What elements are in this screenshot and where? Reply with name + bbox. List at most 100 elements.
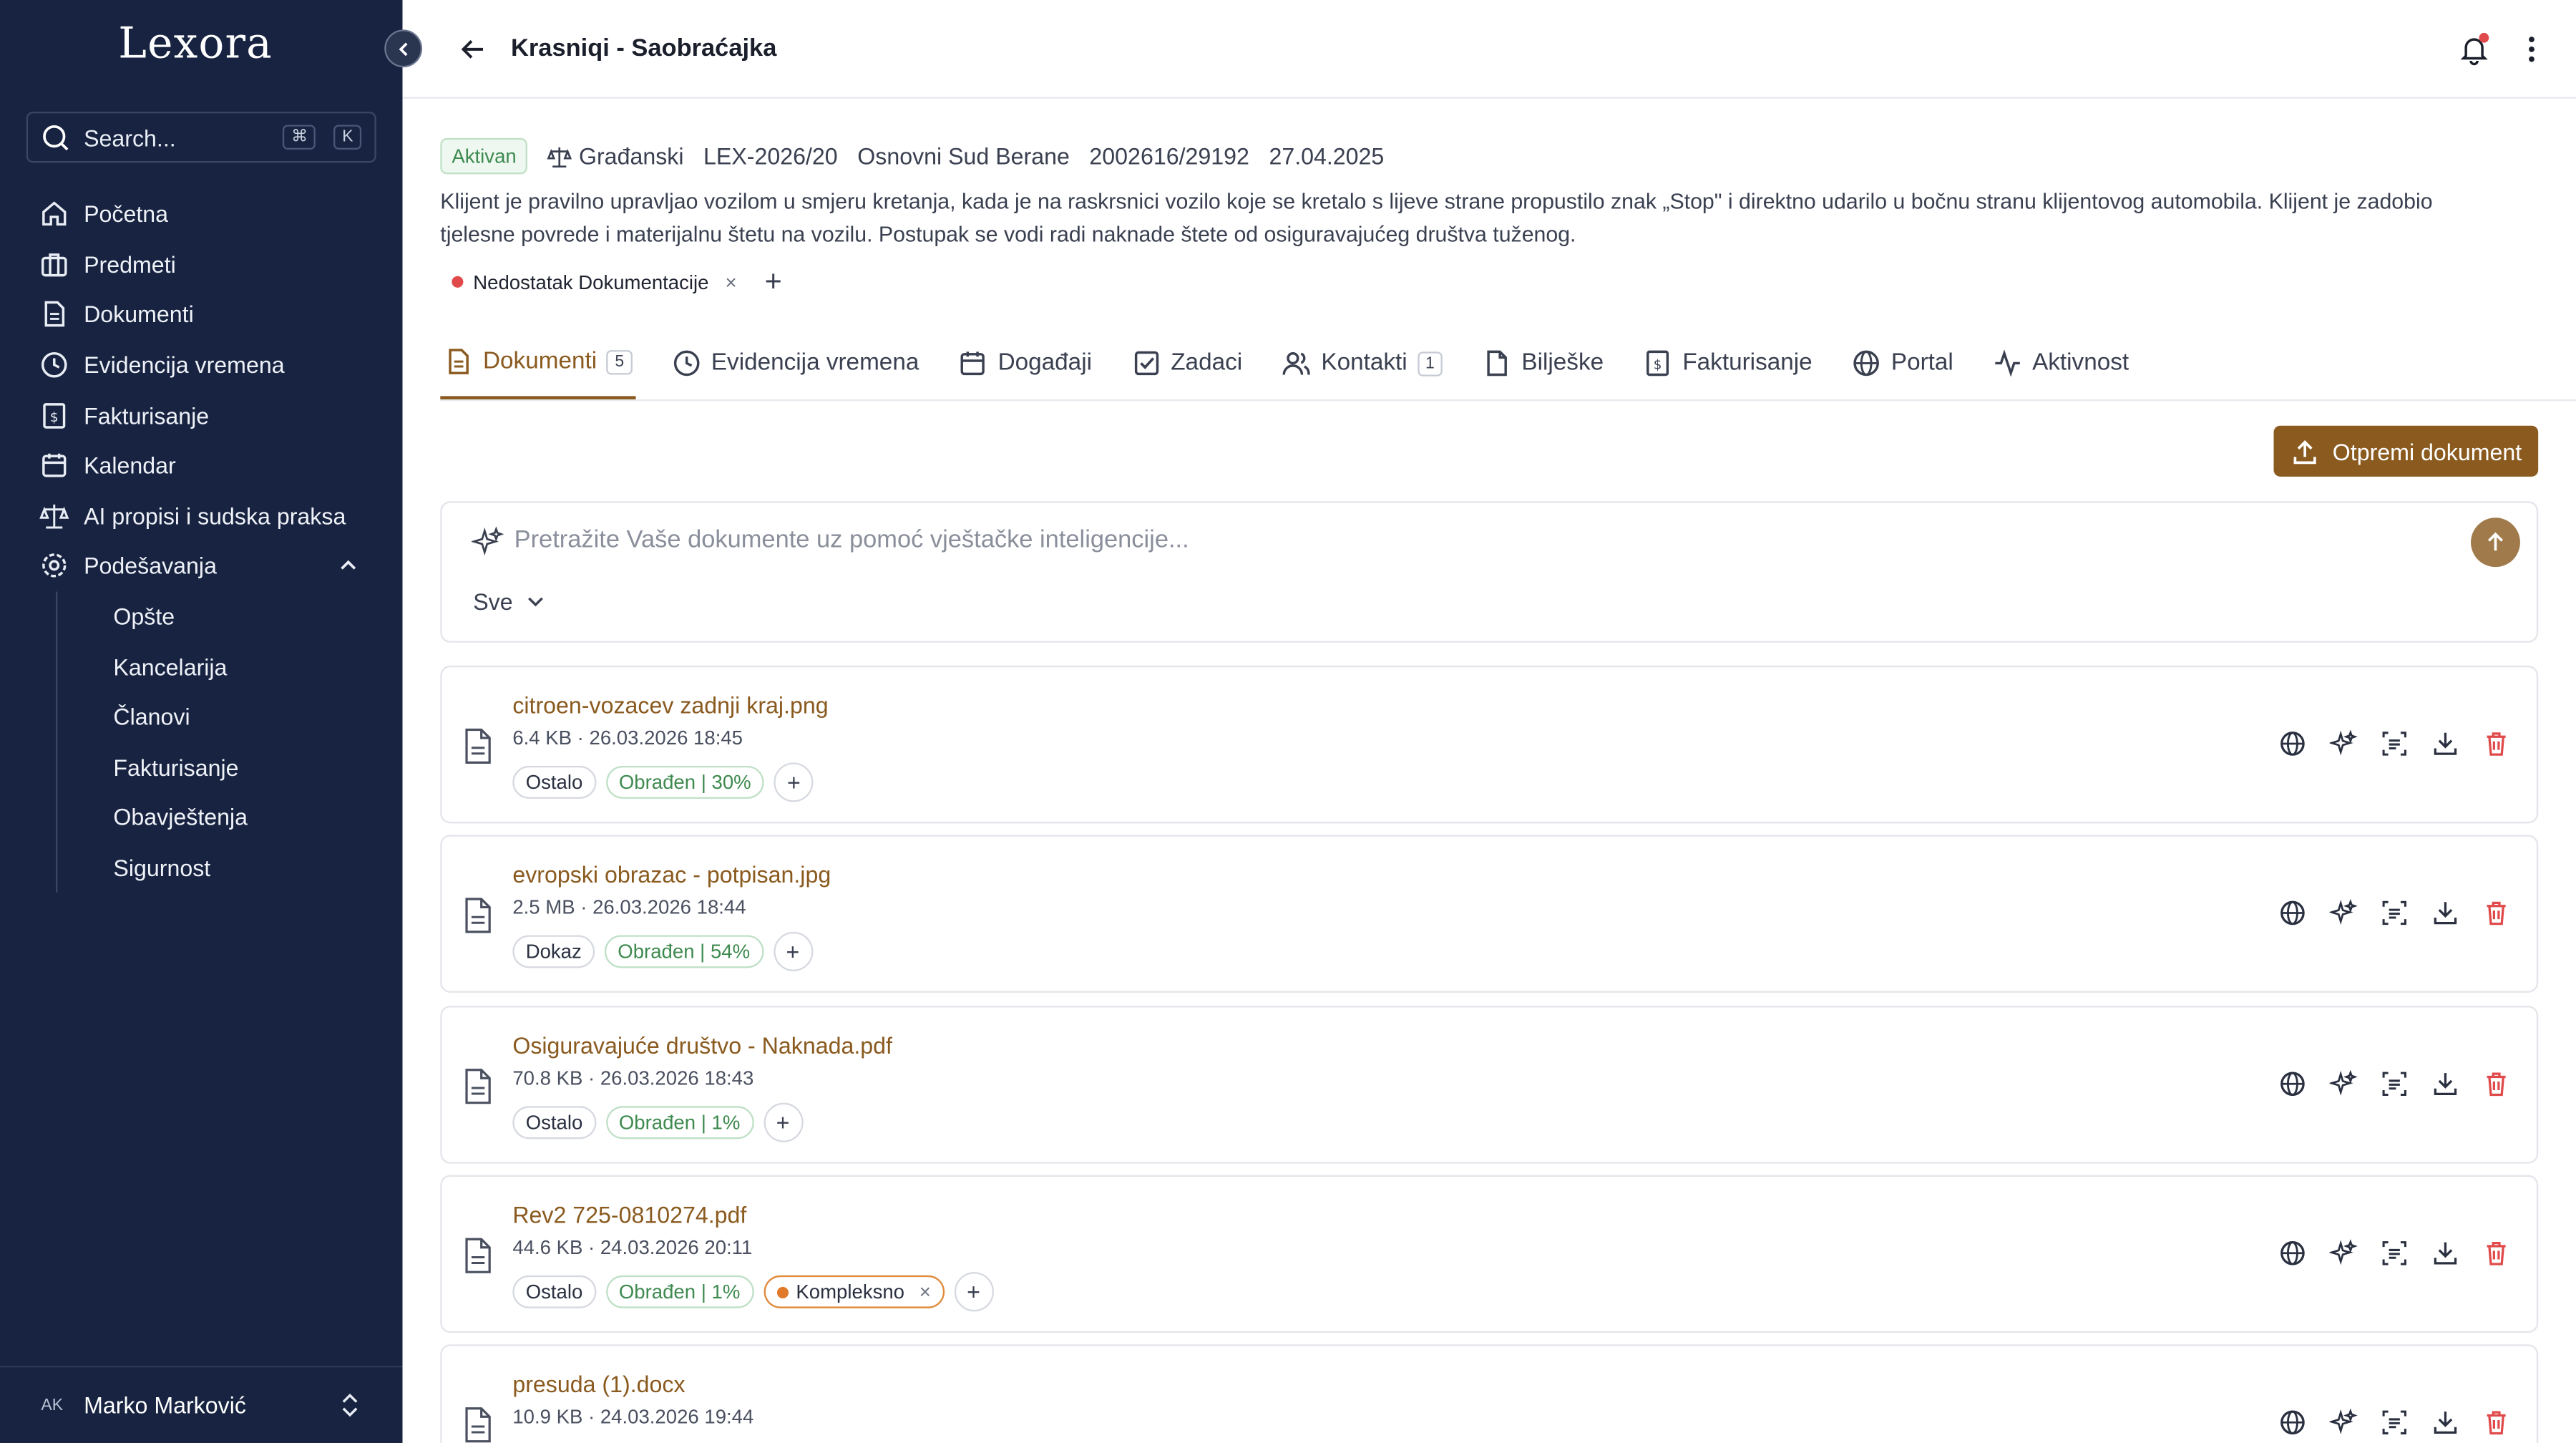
document-card[interactable]: citroen-vozacev zadnji kraj.png 6.4 KB ·… bbox=[440, 665, 2539, 824]
upload-document-button[interactable]: Otpremi dokument bbox=[2273, 425, 2539, 477]
settings-sub-sigurnost[interactable]: Sigurnost bbox=[56, 842, 376, 893]
notifications-button[interactable] bbox=[2458, 31, 2491, 65]
sidebar-item-fakturisanje[interactable]: $ Fakturisanje bbox=[26, 390, 376, 440]
globe-icon[interactable] bbox=[2278, 899, 2306, 927]
sidebar-item-pocetna[interactable]: Početna bbox=[26, 189, 376, 239]
tab-label: Bilješke bbox=[1521, 350, 1604, 376]
gear-icon bbox=[42, 554, 67, 578]
chevron-up-icon bbox=[341, 560, 356, 570]
remove-tag-icon[interactable]: × bbox=[919, 1281, 931, 1303]
ai-search-input[interactable]: Pretražite Vaše dokumente uz pomoć vješt… bbox=[514, 526, 1189, 554]
case-court: Osnovni Sud Berane bbox=[857, 142, 1070, 170]
document-card[interactable]: Rev2 725-0810274.pdf 44.6 KB · 24.03.202… bbox=[440, 1175, 2539, 1333]
sidebar-item-predmeti[interactable]: Predmeti bbox=[26, 239, 376, 289]
add-tag-button[interactable]: + bbox=[765, 265, 782, 299]
sparkles-icon[interactable] bbox=[2329, 898, 2358, 927]
sparkles-icon[interactable] bbox=[2329, 1239, 2358, 1267]
complexity-tag[interactable]: Kompleksno × bbox=[763, 1275, 945, 1308]
document-name[interactable]: Rev2 725-0810274.pdf bbox=[512, 1201, 746, 1228]
scan-text-icon[interactable] bbox=[2381, 1070, 2409, 1098]
settings-sub-fakturisanje[interactable]: Fakturisanje bbox=[56, 742, 376, 793]
tab-zadaci[interactable]: Zadaci bbox=[1128, 327, 1246, 399]
tab-fakturisanje[interactable]: $ Fakturisanje bbox=[1640, 327, 1816, 399]
globe-icon[interactable] bbox=[2278, 729, 2306, 757]
sidebar-item-evidencija[interactable]: Evidencija vremena bbox=[26, 340, 376, 390]
settings-sub-opste[interactable]: Opšte bbox=[56, 591, 376, 642]
ai-filter-select[interactable]: Sve bbox=[473, 588, 545, 615]
document-info: 44.6 KB · 24.03.2026 20:11 bbox=[512, 1235, 753, 1259]
back-arrow-icon[interactable] bbox=[459, 34, 488, 63]
category-chip[interactable]: Ostalo bbox=[512, 1106, 596, 1140]
settings-sub-kancelarija[interactable]: Kancelarija bbox=[56, 641, 376, 692]
settings-sub-clanovi[interactable]: Članovi bbox=[56, 691, 376, 742]
document-name[interactable]: evropski obrazac - potpisan.jpg bbox=[512, 861, 831, 888]
download-icon[interactable] bbox=[2431, 1239, 2459, 1267]
category-chip[interactable]: Ostalo bbox=[512, 1275, 596, 1308]
download-icon[interactable] bbox=[2431, 729, 2459, 757]
tab-evidencija[interactable]: Evidencija vremena bbox=[668, 327, 922, 399]
scan-text-icon[interactable] bbox=[2381, 899, 2409, 927]
sidebar-item-label: Početna bbox=[84, 200, 169, 228]
sparkles-icon[interactable] bbox=[2329, 1069, 2358, 1098]
collapse-sidebar-button[interactable] bbox=[384, 29, 423, 68]
trash-icon[interactable] bbox=[2482, 899, 2510, 927]
category-chip[interactable]: Ostalo bbox=[512, 765, 596, 799]
case-number: LEX-2026/20 bbox=[703, 142, 838, 170]
tab-label: Fakturisanje bbox=[1682, 350, 1813, 376]
tab-dogadjaji[interactable]: Događaji bbox=[955, 327, 1096, 399]
sparkles-icon[interactable] bbox=[2329, 729, 2358, 757]
tab-biljeske[interactable]: Bilješke bbox=[1479, 327, 1607, 399]
sidebar-item-podesavanja[interactable]: Podešavanja bbox=[26, 541, 376, 591]
remove-tag-icon[interactable]: × bbox=[725, 271, 736, 293]
sidebar-item-dokumenti[interactable]: Dokumenti bbox=[26, 290, 376, 340]
clock-icon bbox=[673, 350, 700, 376]
trash-icon[interactable] bbox=[2482, 1239, 2510, 1267]
scan-text-icon[interactable] bbox=[2381, 729, 2409, 757]
sidebar-item-label: Evidencija vremena bbox=[84, 351, 285, 379]
document-card[interactable]: Osiguravajuće društvo - Naknada.pdf 70.8… bbox=[440, 1006, 2539, 1164]
document-card[interactable]: presuda (1).docx 10.9 KB · 24.03.2026 19… bbox=[440, 1344, 2539, 1443]
processing-status-chip: Obrađen | 1% bbox=[605, 1106, 753, 1140]
download-icon[interactable] bbox=[2431, 1070, 2459, 1098]
globe-icon[interactable] bbox=[2278, 1239, 2306, 1267]
trash-icon[interactable] bbox=[2482, 1070, 2510, 1098]
trash-icon[interactable] bbox=[2482, 1409, 2510, 1437]
case-tag[interactable]: Nedostatak Dokumentacije × bbox=[440, 266, 748, 298]
ai-send-button[interactable] bbox=[2471, 518, 2520, 568]
sidebar-search[interactable]: Search... ⌘ K bbox=[26, 112, 376, 163]
add-document-tag-button[interactable]: + bbox=[953, 1272, 994, 1312]
tag-color-dot bbox=[776, 1286, 788, 1298]
tab-kontakti[interactable]: Kontakti 1 bbox=[1279, 327, 1446, 399]
tab-aktivnost[interactable]: Aktivnost bbox=[1989, 327, 2132, 399]
scan-text-icon[interactable] bbox=[2381, 1409, 2409, 1437]
users-icon bbox=[1282, 351, 1311, 375]
globe-icon[interactable] bbox=[2278, 1070, 2306, 1098]
sidebar-item-label: Predmeti bbox=[84, 251, 176, 278]
app-logo[interactable]: Lexora bbox=[118, 20, 273, 69]
document-name[interactable]: presuda (1).docx bbox=[512, 1371, 685, 1397]
scale-icon bbox=[39, 504, 69, 529]
document-tags: Ostalo Obrađen | 1% + bbox=[512, 1102, 803, 1142]
user-menu[interactable]: AK Marko Marković bbox=[0, 1366, 403, 1443]
globe-icon[interactable] bbox=[2278, 1409, 2306, 1437]
document-name[interactable]: Osiguravajuće društvo - Naknada.pdf bbox=[512, 1032, 892, 1059]
sparkles-icon[interactable] bbox=[2329, 1408, 2358, 1437]
document-name[interactable]: citroen-vozacev zadnji kraj.png bbox=[512, 692, 828, 719]
tab-count: 5 bbox=[606, 349, 633, 374]
category-chip[interactable]: Dokaz bbox=[512, 935, 595, 968]
add-document-tag-button[interactable]: + bbox=[774, 762, 814, 802]
add-document-tag-button[interactable]: + bbox=[773, 931, 813, 971]
scan-text-icon[interactable] bbox=[2381, 1239, 2409, 1267]
sidebar-item-kalendar[interactable]: Kalendar bbox=[26, 440, 376, 490]
settings-sub-obavjestenja[interactable]: Obavještenja bbox=[56, 792, 376, 843]
download-icon[interactable] bbox=[2431, 1409, 2459, 1437]
add-document-tag-button[interactable]: + bbox=[763, 1102, 803, 1142]
download-icon[interactable] bbox=[2431, 899, 2459, 927]
document-card[interactable]: evropski obrazac - potpisan.jpg 2.5 MB ·… bbox=[440, 835, 2539, 993]
more-vertical-icon[interactable] bbox=[2527, 34, 2537, 63]
tab-dokumenti[interactable]: Dokumenti 5 bbox=[440, 327, 636, 399]
processing-status-chip: Obrađen | 54% bbox=[604, 935, 763, 968]
sidebar-item-ai-propisi[interactable]: AI propisi i sudska praksa bbox=[26, 491, 376, 541]
trash-icon[interactable] bbox=[2482, 729, 2510, 757]
tab-portal[interactable]: Portal bbox=[1848, 327, 1956, 399]
